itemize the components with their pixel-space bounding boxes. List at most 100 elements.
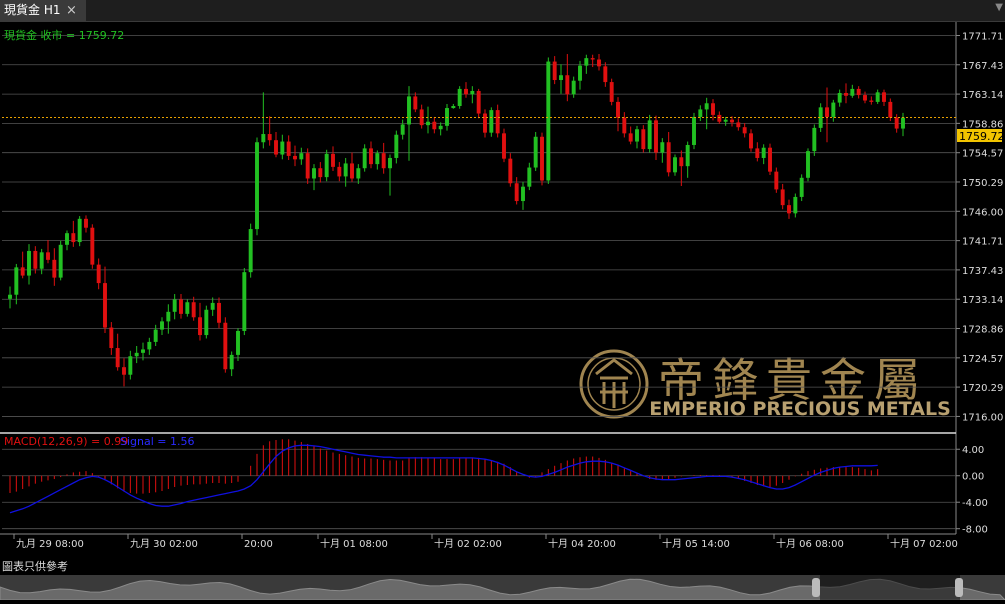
- candle-body: [52, 259, 57, 278]
- candle-body: [603, 66, 608, 83]
- candle-body: [293, 155, 297, 160]
- candle-body: [103, 283, 107, 328]
- candle-body: [362, 148, 367, 169]
- chart-tab[interactable]: 現貨金 H1 ×: [0, 0, 86, 21]
- candle-body: [616, 101, 620, 118]
- candle-body: [438, 125, 443, 130]
- candle-body: [483, 113, 487, 133]
- candle-body: [318, 168, 323, 178]
- candle-body: [39, 252, 44, 269]
- candle-body: [33, 250, 38, 269]
- candle-body: [261, 134, 266, 143]
- candle-body: [711, 103, 715, 115]
- candle-body: [869, 100, 874, 102]
- candle-body: [787, 205, 791, 214]
- candle-body: [673, 157, 677, 173]
- candle-body: [115, 348, 120, 368]
- candle-body: [736, 122, 741, 128]
- candle-body: [388, 157, 392, 169]
- candle-body: [400, 124, 405, 135]
- candle-body: [375, 153, 380, 165]
- candle-body: [14, 267, 19, 295]
- watermark-logo: [579, 349, 649, 419]
- price-tick-label: 1716.00: [962, 412, 1003, 423]
- candle-body: [508, 158, 513, 184]
- candle-body: [153, 329, 158, 342]
- candle-body: [350, 163, 354, 179]
- candle-body: [464, 88, 468, 95]
- candle-body: [654, 120, 658, 153]
- candle-body: [356, 168, 361, 179]
- candle-body: [96, 264, 101, 284]
- candle-body: [343, 163, 348, 177]
- candle-body: [489, 110, 494, 133]
- candle-body: [812, 127, 817, 152]
- candle-body: [77, 218, 82, 243]
- candle-body: [65, 233, 69, 245]
- time-tick-label: 20:00: [244, 539, 273, 550]
- candle-body: [58, 244, 63, 278]
- candle-body: [46, 252, 50, 260]
- candle-body: [641, 129, 646, 150]
- candle-body: [717, 114, 722, 122]
- navigator-left-handle[interactable]: [812, 578, 820, 597]
- time-tick-label: 十月 06 08:00: [776, 537, 844, 550]
- candle-body: [806, 151, 810, 178]
- candle-body: [894, 117, 899, 129]
- candle-body: [901, 117, 905, 129]
- candle-body: [109, 327, 114, 349]
- candle-body: [84, 218, 88, 228]
- tab-menu-icon[interactable]: ▼: [995, 2, 1003, 13]
- time-tick-label: 九月 29 08:00: [16, 538, 84, 550]
- candle-body: [407, 96, 411, 125]
- time-tick-label: 十月 02 02:00: [434, 537, 502, 550]
- candle-body: [217, 302, 221, 323]
- candle-body: [267, 134, 272, 141]
- candle-body: [755, 148, 760, 158]
- candle-body: [742, 127, 747, 134]
- macd-tick-label: -4.00: [962, 498, 988, 509]
- candle-body: [774, 171, 779, 190]
- navigator-right-handle[interactable]: [955, 578, 963, 597]
- macd-tick-label: 0.00: [962, 472, 984, 483]
- time-tick-label: 十月 07 02:00: [890, 537, 958, 550]
- chart-area[interactable]: 帝鋒貴金屬 EMPERIO PRECIOUS METALS 1771.71 176…: [0, 22, 1005, 558]
- time-tick-label: 十月 04 20:00: [548, 537, 616, 550]
- candle-body: [179, 299, 183, 314]
- candle-body: [844, 93, 848, 96]
- candle-body: [584, 58, 589, 66]
- candle-body: [413, 96, 418, 110]
- candle-body: [768, 147, 772, 172]
- candle-body: [546, 61, 551, 181]
- chart-svg[interactable]: 帝鋒貴金屬 EMPERIO PRECIOUS METALS 1771.71176…: [0, 22, 1005, 558]
- candle-body: [191, 302, 196, 318]
- candle-body: [521, 186, 525, 202]
- candle-body: [160, 321, 164, 330]
- candle-body: [134, 352, 139, 357]
- close-icon[interactable]: ×: [66, 0, 77, 21]
- candle-body: [571, 80, 576, 95]
- candle-body: [856, 88, 861, 96]
- candle-body: [565, 75, 570, 95]
- price-tick-label: 1758.86: [962, 119, 1003, 130]
- candle-body: [312, 168, 316, 179]
- candle-body: [337, 166, 342, 177]
- candle-body: [274, 140, 278, 155]
- navigator-scrollbar[interactable]: [0, 575, 1005, 601]
- navigator-window[interactable]: [820, 575, 960, 600]
- candle-body: [825, 107, 829, 117]
- candle-body: [527, 167, 532, 187]
- macd-signal-line: [9, 444, 878, 514]
- price-tick-label: 1750.29: [962, 178, 1003, 189]
- price-tick-label: 1763.14: [962, 90, 1003, 101]
- candle-body: [704, 103, 709, 110]
- candle-body: [432, 121, 437, 130]
- chart-tab-title: 現貨金 H1: [4, 3, 61, 17]
- candle-body: [71, 233, 76, 243]
- candle-body: [324, 153, 329, 178]
- candle-body: [495, 110, 500, 134]
- candle-body: [559, 75, 563, 81]
- candle-body: [476, 90, 481, 114]
- candle-body: [552, 61, 557, 81]
- candle-body: [198, 317, 202, 336]
